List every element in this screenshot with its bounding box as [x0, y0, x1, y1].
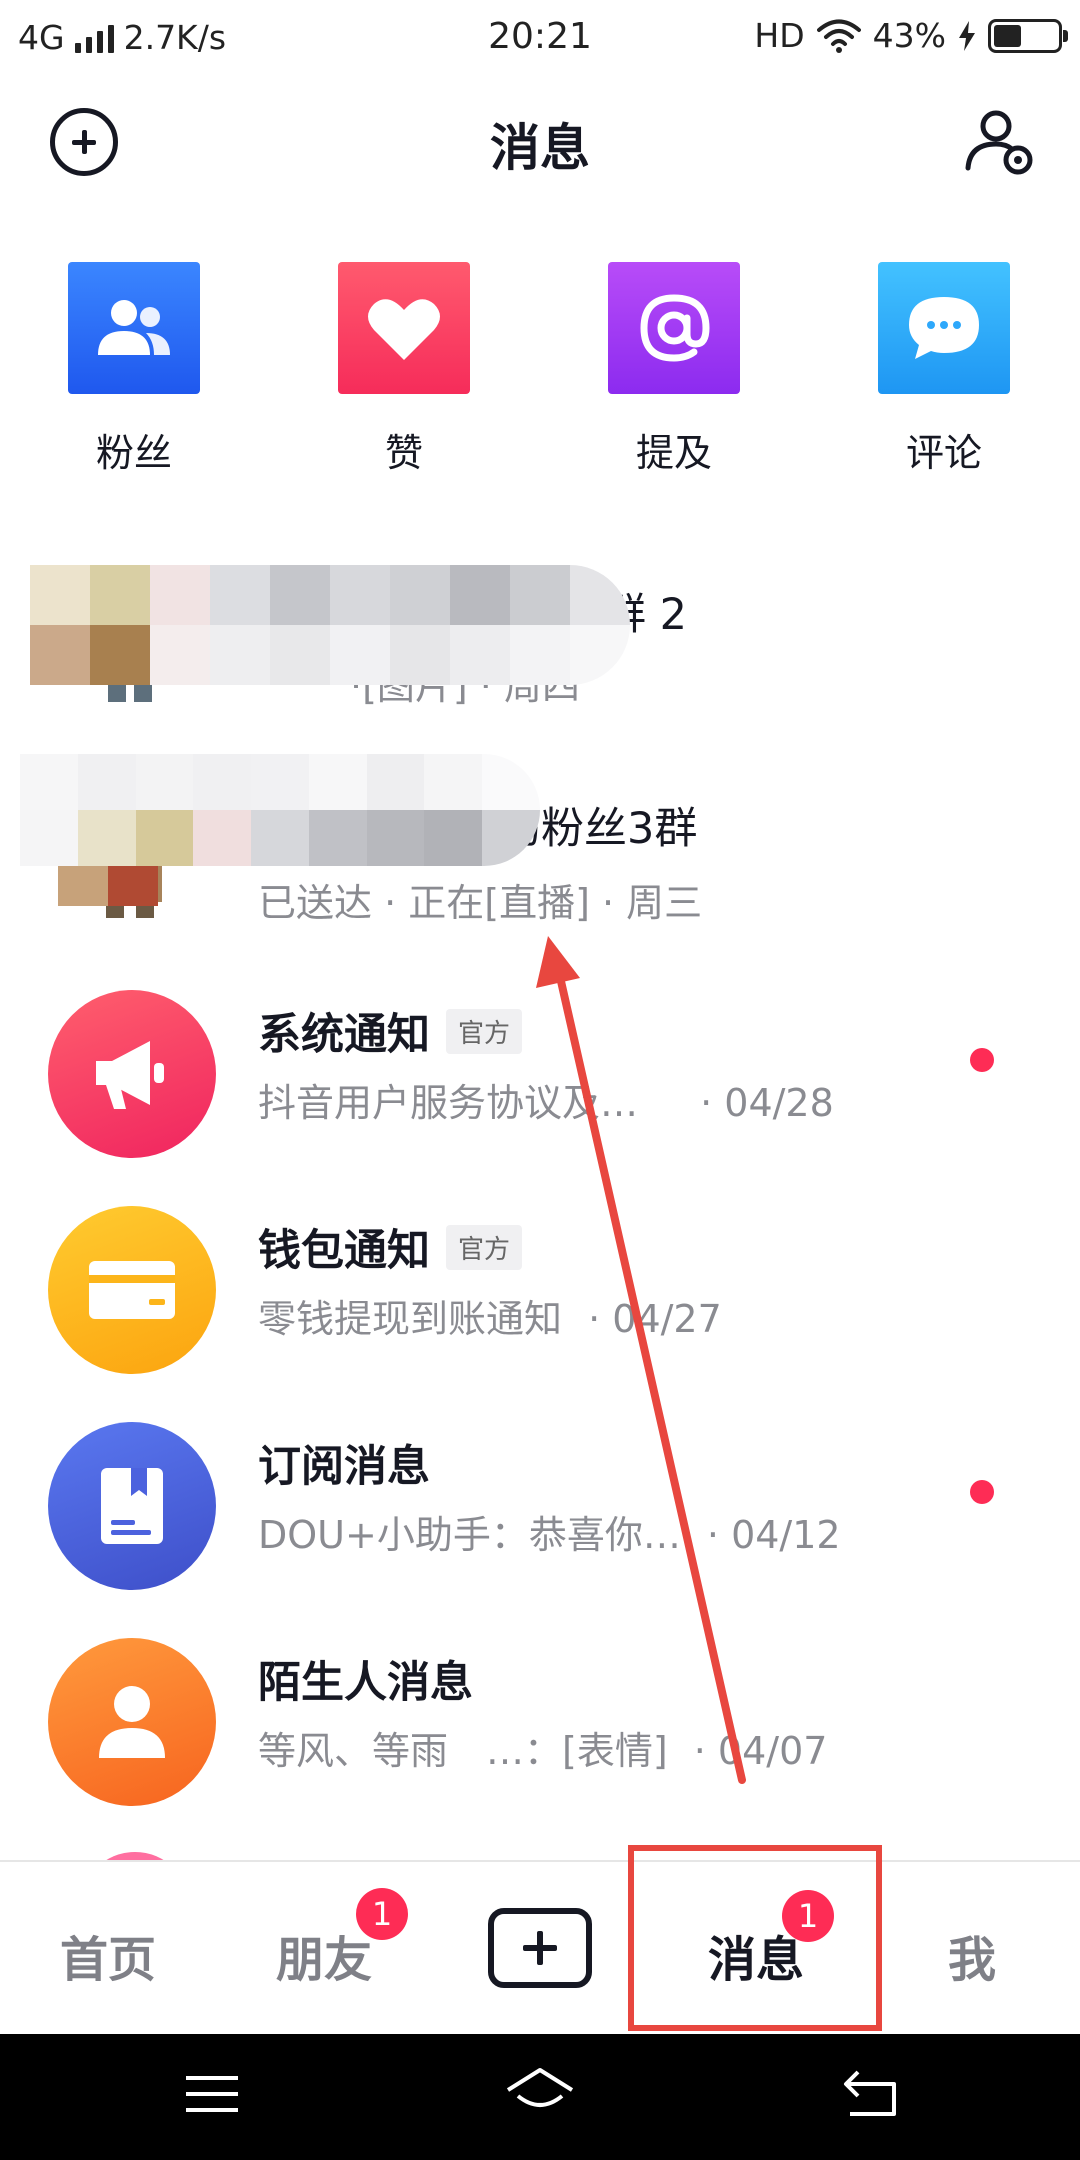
person-icon [48, 1638, 216, 1806]
create-button[interactable] [488, 1908, 592, 1988]
list-item-preview: DOU+小助手：恭喜你… [258, 1513, 681, 1557]
blurred-mosaic [20, 754, 540, 866]
list-item-title-text: 钱包通知 [258, 1226, 430, 1276]
quick-entry-label: 赞 [384, 431, 423, 475]
list-item-time: · 04/07 [693, 1729, 828, 1773]
tab-me[interactable]: 我 [892, 1920, 1052, 1990]
unread-dot [970, 1048, 994, 1072]
tab-friends-label: 朋友 [275, 1932, 372, 1988]
list-item-subtitle: 已送达 · 正在[直播] · 周三 [258, 881, 703, 925]
battery-percent: 43% [872, 16, 946, 55]
home-icon[interactable] [504, 2066, 576, 2122]
list-item-subtitle: 零钱提现到账通知 · 04/27 [258, 1288, 722, 1343]
list-item-preview: 等风、等雨 …：[表情] [258, 1729, 668, 1773]
list-item[interactable]: 丝群 2 ·[图片] · 周四 [0, 530, 1080, 730]
battery-icon [988, 18, 1068, 53]
list-item-preview: 零钱提现到账通知 [258, 1297, 563, 1341]
list-item-subtitle: 等风、等雨 …：[表情] · 04/07 [258, 1720, 827, 1775]
list-item-title: 陌生人消息 [258, 1658, 473, 1708]
list-item-title: 系统通知 官方 [258, 1000, 523, 1062]
official-badge: 官方 [446, 1224, 523, 1270]
fans-icon [68, 262, 200, 394]
quick-entry-label: 评论 [905, 431, 982, 475]
list-item-title: 订阅消息 [258, 1442, 430, 1492]
at-icon [608, 262, 740, 394]
contacts-settings-icon[interactable] [960, 102, 1040, 182]
list-item-title-text: 系统通知 [258, 1010, 430, 1060]
hd-indicator: HD [754, 16, 805, 55]
bottom-tab-bar: 首页 朋友 1 消息 1 我 [0, 1860, 1080, 2034]
page-title: 消息 [490, 119, 590, 177]
annotation-highlight-box [628, 1845, 882, 2031]
quick-entry-comments[interactable]: 评论 [844, 262, 1044, 477]
list-item-preview: 抖音用户服务协议及… [258, 1081, 639, 1125]
list-item[interactable]: 的粉丝3群 已送达 · 正在[直播] · 周三 [0, 744, 1080, 944]
heart-icon [338, 262, 470, 394]
list-item-time: · 04/27 [588, 1297, 722, 1341]
header: 消息 [0, 90, 1080, 190]
status-bar: 4G 2.7K/s 20:21 HD 43% [0, 0, 1080, 76]
quick-entry-likes[interactable]: 赞 [304, 262, 504, 477]
list-item-title: 钱包通知 官方 [258, 1216, 523, 1278]
message-screen: 4G 2.7K/s 20:21 HD 43% 消息 粉丝 赞 提及 评论 2 ·… [0, 0, 1080, 2160]
list-item-subscription[interactable]: 订阅消息 DOU+小助手：恭喜你… · 04/12 [0, 1392, 1080, 1592]
system-nav-bar [0, 2034, 1080, 2160]
back-icon[interactable] [842, 2068, 898, 2120]
blurred-mosaic [58, 866, 158, 906]
comment-icon [878, 262, 1010, 394]
list-item-subtitle: DOU+小助手：恭喜你… · 04/12 [258, 1504, 841, 1559]
quick-entry-fans[interactable]: 粉丝 [34, 262, 234, 477]
charging-icon [959, 20, 975, 51]
quick-entry-label: 粉丝 [95, 431, 172, 475]
blurred-mosaic [30, 565, 630, 685]
wallet-icon [48, 1206, 216, 1374]
unread-dot [970, 1480, 994, 1504]
bookmark-icon [48, 1422, 216, 1590]
tab-friends[interactable]: 朋友 1 [244, 1888, 408, 1990]
list-item-subtitle: 抖音用户服务协议及… · 04/28 [258, 1072, 834, 1127]
menu-icon[interactable] [184, 2072, 240, 2116]
list-item-stranger-messages[interactable]: 陌生人消息 等风、等雨 …：[表情] · 04/07 [0, 1608, 1080, 1808]
friends-badge: 1 [356, 1888, 408, 1940]
quick-entry-mentions[interactable]: 提及 [574, 262, 774, 477]
quick-entries: 粉丝 赞 提及 评论 [0, 262, 1080, 482]
list-item-time: · 04/28 [700, 1081, 834, 1125]
tab-home[interactable]: 首页 [28, 1920, 188, 1990]
quick-entry-label: 提及 [635, 431, 712, 475]
megaphone-icon [48, 990, 216, 1158]
official-badge: 官方 [446, 1008, 523, 1054]
list-item-time: · 04/12 [706, 1513, 841, 1557]
wifi-icon [816, 19, 861, 53]
list-item-wallet-notice[interactable]: 钱包通知 官方 零钱提现到账通知 · 04/27 [0, 1176, 1080, 1376]
list-item-system-notice[interactable]: 系统通知 官方 抖音用户服务协议及… · 04/28 [0, 960, 1080, 1160]
